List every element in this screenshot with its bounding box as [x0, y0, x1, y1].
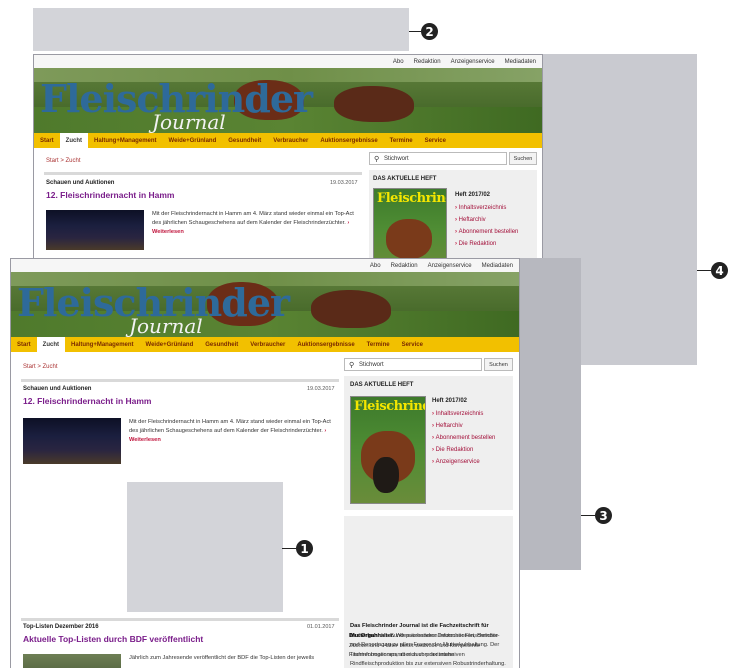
search-icon: ⚲	[374, 156, 380, 163]
top-link[interactable]: Abo	[370, 263, 381, 269]
header-banner: Fleischrinder Journal	[34, 68, 542, 133]
nav-item-zucht[interactable]: Zucht	[59, 133, 89, 148]
search-input[interactable]: ⚲ Stichwort	[344, 358, 482, 371]
search-input[interactable]: ⚲ Stichwort	[369, 152, 507, 165]
article-image[interactable]	[46, 210, 144, 250]
callout-2: 2	[409, 23, 438, 40]
nav-item-weide[interactable]: Weide+Grünland	[140, 337, 200, 352]
article-date: 01.01.2017	[307, 624, 335, 630]
article-date: 19.03.2017	[330, 180, 358, 186]
callout-4: 4	[697, 262, 728, 279]
nav-item-verbraucher[interactable]: Verbraucher	[267, 133, 314, 148]
nav-item-auktionsergebnisse[interactable]: Auktionsergebnisse	[314, 133, 383, 148]
nav-item-weide[interactable]: Weide+Grünland	[163, 133, 223, 148]
nav-item-auktionsergebnisse[interactable]: Auktionsergebnisse	[291, 337, 360, 352]
issue-link[interactable]: Heftarchiv	[455, 214, 518, 226]
nav-item-start[interactable]: Start	[34, 133, 60, 148]
issue-title: Heft 2017/02	[432, 398, 468, 404]
article-teaser: Jährlich zum Jahresende veröffentlicht d…	[129, 655, 315, 661]
search-button[interactable]: Suchen	[509, 152, 537, 165]
top-link[interactable]: Redaktion	[391, 263, 418, 269]
top-link[interactable]: Anzeigenservice	[428, 263, 472, 269]
website-screenshot-front: Abo Redaktion Anzeigenservice Mediadaten…	[10, 258, 520, 668]
issue-link[interactable]: Die Redaktion	[455, 238, 518, 250]
issue-link[interactable]: Anzeigenservice	[432, 456, 495, 468]
article-kicker: Top-Listen Dezember 2016	[23, 624, 99, 630]
main-nav: Start Zucht Haltung+Management Weide+Grü…	[11, 337, 519, 352]
article-headline[interactable]: Aktuelle Top-Listen durch BDF veröffentl…	[23, 634, 203, 644]
nav-item-haltung[interactable]: Haltung+Management	[88, 133, 163, 148]
callout-number: 1	[296, 540, 313, 557]
callout-1: 1	[282, 540, 313, 557]
article-teaser: Mit der Fleischrindernacht in Hamm am 4.…	[129, 419, 331, 443]
issue-cover[interactable]: Fleischrinder	[350, 396, 426, 504]
nav-item-zucht[interactable]: Zucht	[36, 337, 66, 352]
issue-links: Inhaltsverzeichnis Heftarchiv Abonnement…	[455, 202, 519, 250]
article-kicker: Schauen und Auktionen	[23, 386, 92, 392]
article-image[interactable]	[23, 654, 121, 668]
site-logo-subtitle: Journal	[129, 314, 203, 337]
article-headline[interactable]: 12. Fleischrindernacht in Hamm	[46, 190, 174, 200]
nav-item-haltung[interactable]: Haltung+Management	[65, 337, 140, 352]
nav-item-service[interactable]: Service	[396, 337, 429, 352]
header-banner: Fleischrinder Journal	[11, 272, 519, 337]
top-link[interactable]: Anzeigenservice	[451, 59, 495, 65]
placeholder-header-area	[33, 8, 409, 51]
main-nav: Start Zucht Haltung+Management Weide+Grü…	[34, 133, 542, 148]
top-links: Abo Redaktion Anzeigenservice Mediadaten	[11, 259, 519, 272]
issue-link[interactable]: Inhaltsverzeichnis	[432, 408, 495, 420]
issue-link[interactable]: Abonnement bestellen	[432, 432, 496, 444]
site-logo-subtitle: Journal	[152, 110, 226, 133]
top-link[interactable]: Abo	[393, 59, 404, 65]
sidebar-heading: DAS AKTUELLE HEFT	[350, 382, 414, 388]
nav-item-termine[interactable]: Termine	[361, 337, 396, 352]
nav-item-gesundheit[interactable]: Gesundheit	[199, 337, 244, 352]
issue-title: Heft 2017/02	[455, 192, 491, 198]
callout-number: 3	[595, 507, 612, 524]
breadcrumb[interactable]: Start > Zucht	[23, 364, 58, 370]
callout-number: 2	[421, 23, 438, 40]
sidebar-heading: DAS AKTUELLE HEFT	[373, 176, 437, 182]
about-text-2: Das Organ des Bundesverbandes Deutscher …	[349, 633, 500, 658]
issue-link[interactable]: Die Redaktion	[432, 444, 495, 456]
nav-item-termine[interactable]: Termine	[384, 133, 419, 148]
nav-item-start[interactable]: Start	[11, 337, 37, 352]
issue-cover[interactable]: Fleischrinder	[373, 188, 447, 265]
search-icon: ⚲	[349, 362, 355, 369]
callout-number: 4	[711, 262, 728, 279]
top-links: Abo Redaktion Anzeigenservice Mediadaten	[34, 55, 542, 68]
article-image[interactable]	[23, 418, 121, 464]
breadcrumb[interactable]: Start > Zucht	[46, 158, 81, 164]
article-headline[interactable]: 12. Fleischrindernacht in Hamm	[23, 396, 151, 406]
article-teaser: Mit der Fleischrindernacht in Hamm am 4.…	[152, 211, 354, 235]
issue-link[interactable]: Heftarchiv	[432, 420, 495, 432]
article-date: 19.03.2017	[307, 386, 335, 392]
article-kicker: Schauen und Auktionen	[46, 180, 115, 186]
top-link[interactable]: Mediadaten	[505, 59, 536, 65]
search-button[interactable]: Suchen	[484, 358, 513, 371]
callout-3: 3	[581, 507, 612, 524]
issue-link[interactable]: Abonnement bestellen	[455, 226, 519, 238]
nav-item-verbraucher[interactable]: Verbraucher	[244, 337, 291, 352]
top-link[interactable]: Redaktion	[414, 59, 441, 65]
issue-links: Inhaltsverzeichnis Heftarchiv Abonnement…	[432, 408, 496, 468]
nav-item-gesundheit[interactable]: Gesundheit	[222, 133, 267, 148]
website-screenshot-back: Abo Redaktion Anzeigenservice Mediadaten…	[33, 54, 543, 266]
nav-item-service[interactable]: Service	[419, 133, 452, 148]
issue-link[interactable]: Inhaltsverzeichnis	[455, 202, 518, 214]
top-link[interactable]: Mediadaten	[482, 263, 513, 269]
placeholder-content-area	[127, 482, 283, 612]
